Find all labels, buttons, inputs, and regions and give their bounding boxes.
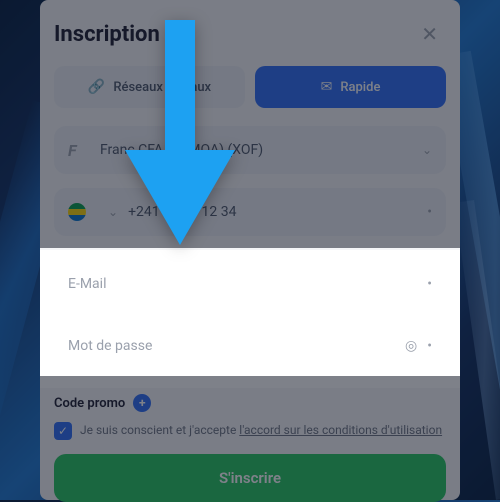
eye-icon[interactable]: ◎ [405,338,417,354]
email-placeholder: E-Mail [68,276,427,292]
signup-tabs: 🔗 Réseaux sociaux ✉ Rapide [54,66,446,108]
country-flag-icon[interactable] [68,203,90,221]
promo-label: Code promo [54,396,125,411]
tab-rapid[interactable]: ✉ Rapide [255,66,446,108]
status-dot-icon: • [427,338,432,354]
tab-social[interactable]: 🔗 Réseaux sociaux [54,66,245,108]
status-dot-icon: • [427,204,432,220]
tab-label: Réseaux sociaux [113,80,211,95]
terms-link[interactable]: l'accord sur les conditions d'utilisatio… [239,423,442,437]
status-dot-icon: • [427,276,432,292]
consent-row: ✓ Je suis conscient et j'accepte l'accor… [54,422,446,440]
share-icon: 🔗 [88,79,105,95]
modal-header: Inscription ✕ [54,18,446,50]
mail-icon: ✉ [321,79,333,95]
currency-label: Franc CFA (UEMOA) (XOF) [100,142,414,158]
chevron-down-icon: ⌄ [422,143,432,157]
chevron-down-icon[interactable]: ⌄ [108,205,118,219]
close-icon[interactable]: ✕ [413,18,446,50]
promo-row: Code promo + [54,394,446,412]
highlighted-fields: E-Mail • Mot de passe ◎ • [40,250,460,388]
currency-select[interactable]: F Franc CFA (UEMOA) (XOF) ⌄ [54,126,446,174]
password-placeholder: Mot de passe [68,338,405,354]
email-field[interactable]: E-Mail • [54,260,446,308]
consent-text: Je suis conscient et j'accepte l'accord … [80,422,442,439]
currency-icon: F [68,141,90,160]
signup-modal: Inscription ✕ 🔗 Réseaux sociaux ✉ Rapide… [40,0,460,500]
modal-title: Inscription [54,22,160,47]
phone-field[interactable]: ⌄ +241 74 03 12 34 • [54,188,446,236]
consent-checkbox[interactable]: ✓ [54,422,72,440]
submit-button[interactable]: S'inscrire [54,454,446,502]
password-field[interactable]: Mot de passe ◎ • [54,322,446,370]
phone-value: +241 74 03 12 34 [128,204,427,220]
add-promo-button[interactable]: + [133,394,151,412]
tab-label: Rapide [340,80,380,95]
